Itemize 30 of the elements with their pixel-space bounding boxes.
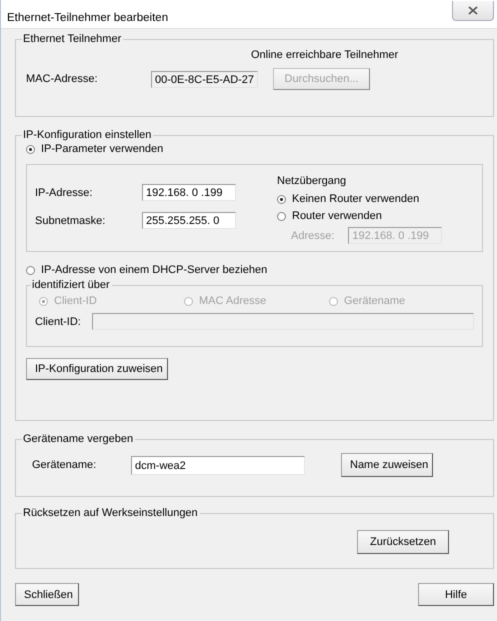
group-legend: Rücksetzen auf Werkseinstellungen	[22, 507, 200, 519]
mac-address-field[interactable]: 00-0E-8C-E5-AD-27	[151, 70, 258, 88]
help-button[interactable]: Hilfe	[418, 583, 494, 606]
radio-button[interactable]	[26, 144, 35, 154]
close-dialog-button[interactable]: Schließen	[15, 583, 79, 606]
assign-name-button[interactable]: Name zuweisen	[341, 453, 433, 477]
group-legend: Gerätename vergeben	[22, 433, 136, 445]
radio-button[interactable]	[26, 266, 35, 274]
close-button[interactable]	[452, 1, 494, 21]
assign-ip-button[interactable]: IP-Konfiguration zuweisen	[26, 358, 168, 380]
gateway-heading: Netzübergang	[277, 175, 348, 187]
device-name-label: Gerätename:	[32, 459, 98, 471]
group-legend: identifiziert über	[31, 279, 112, 291]
group-legend: IP-Konfiguration einstellen	[22, 129, 154, 141]
radio-option[interactable]: IP-Parameter verwenden	[26, 143, 483, 155]
mac-label: MAC-Adresse:	[26, 73, 99, 85]
window-title: Ethernet-Teilnehmer bearbeiten	[6, 11, 168, 24]
router-address-label: Adresse:	[291, 230, 334, 242]
subnet-mask-label: Subnetmaske:	[35, 214, 106, 226]
device-name-field[interactable]: dcm-wea2	[131, 456, 305, 474]
ip-address-label: IP-Adresse:	[35, 186, 94, 198]
ip-address-field[interactable]: 192.168. 0 .199	[142, 184, 236, 201]
client-id-label: Client-ID:	[35, 316, 82, 328]
radio-option[interactable]: IP-Adresse von einem DHCP-Server beziehen	[26, 264, 483, 276]
close-icon	[468, 6, 478, 15]
group-legend: Ethernet Teilnehmer	[22, 33, 124, 45]
client-id-field[interactable]	[92, 313, 474, 330]
online-label: Online erreichbare Teilnehmer	[251, 49, 398, 61]
reset-button[interactable]: Zurücksetzen	[357, 530, 449, 554]
subnet-mask-field[interactable]: 255.255.255. 0	[142, 212, 236, 229]
